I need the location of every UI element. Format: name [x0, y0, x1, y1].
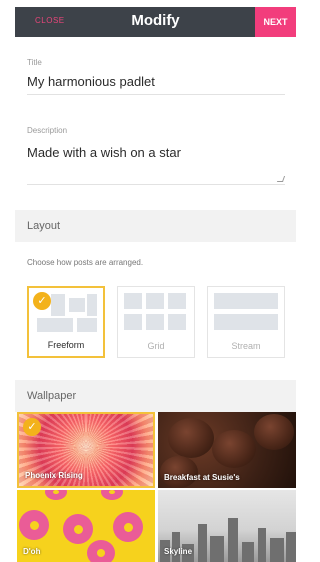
title-underline	[27, 94, 285, 95]
wallpaper-label: Skyline	[164, 547, 193, 556]
wallpaper-phoenix-rising[interactable]: ✓ Phoenix Rising	[17, 412, 155, 488]
layout-heading: Layout	[15, 210, 296, 242]
wallpaper-label: Phoenix Rising	[25, 471, 83, 480]
layout-option-label: Freeform	[47, 340, 85, 350]
wallpaper-breakfast[interactable]: Breakfast at Susie's	[158, 412, 296, 488]
description-underline	[27, 184, 285, 185]
layout-option-stream[interactable]: Stream	[207, 286, 285, 358]
layout-option-grid[interactable]: Grid	[117, 286, 195, 358]
description-field[interactable]: Made with a wish on a star	[27, 145, 181, 160]
top-bar: CLOSE Modify NEXT	[15, 7, 296, 37]
description-label: Description	[27, 126, 68, 135]
page-title: Modify	[131, 12, 180, 29]
layout-description: Choose how posts are arranged.	[27, 258, 144, 267]
resize-grip-icon[interactable]	[276, 176, 286, 182]
wallpaper-label: Breakfast at Susie's	[164, 473, 240, 482]
layout-option-freeform[interactable]: ✓ Freeform	[27, 286, 105, 358]
layout-option-label: Stream	[231, 341, 261, 351]
wallpaper-label: D'oh	[23, 547, 41, 556]
next-button[interactable]: NEXT	[255, 7, 296, 37]
title-field[interactable]: My harmonious padlet	[27, 74, 155, 89]
layout-option-label: Grid	[147, 341, 165, 351]
wallpaper-heading: Wallpaper	[15, 380, 296, 412]
wallpaper-skyline[interactable]: Skyline	[158, 490, 296, 562]
checkmark-icon: ✓	[33, 292, 51, 310]
checkmark-icon: ✓	[23, 418, 41, 436]
title-label: Title	[27, 58, 42, 67]
wallpaper-doh[interactable]: D'oh	[17, 490, 155, 562]
